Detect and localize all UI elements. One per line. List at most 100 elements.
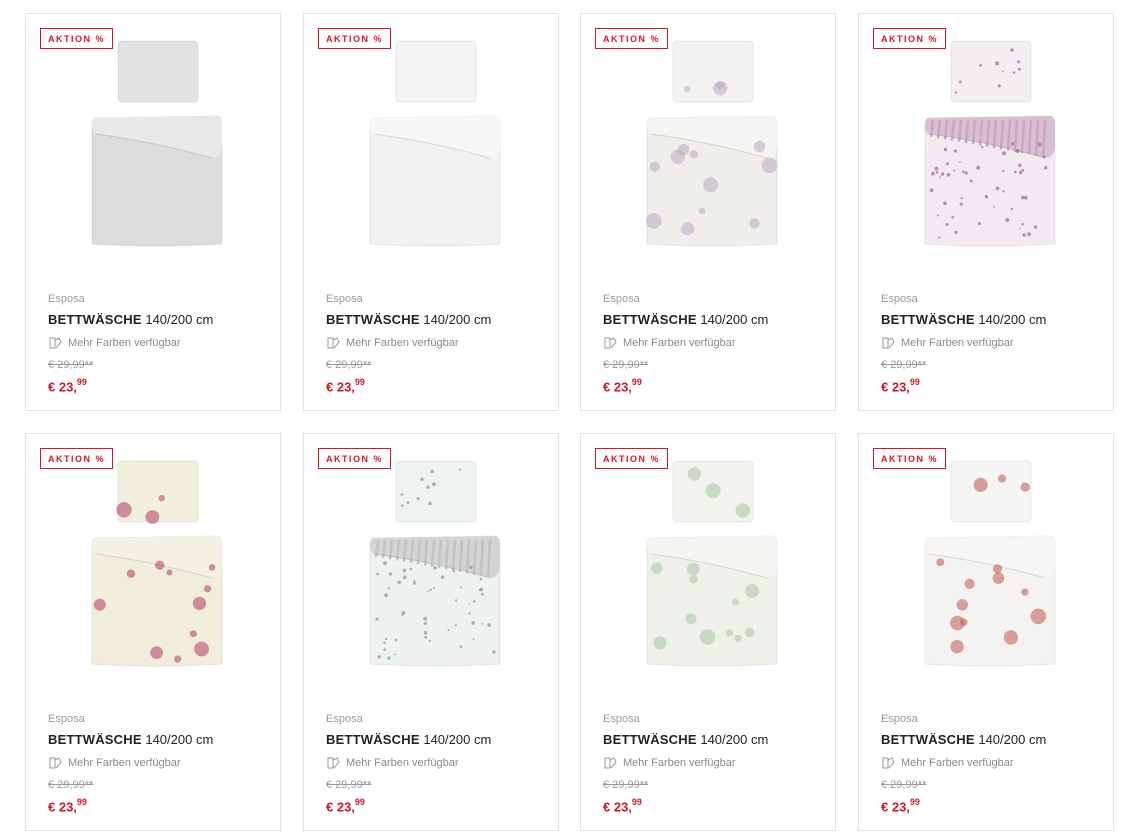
price-main: € 23, [603, 379, 632, 395]
price-cents: 99 [354, 797, 365, 807]
product-image[interactable] [581, 434, 837, 704]
price-main: € 23, [603, 799, 632, 815]
product-card[interactable]: AKTION % Esposa BETTWÄSCHE 140/200 cm Me… [858, 13, 1114, 411]
price-cents: 99 [76, 797, 87, 807]
color-swatches-icon [604, 337, 617, 349]
old-price: € 29,99** [326, 359, 372, 371]
sale-price: € 23,99 [48, 377, 87, 395]
sale-badge: AKTION % [318, 28, 391, 49]
product-name: BETTWÄSCHE [603, 312, 697, 327]
product-image[interactable] [859, 14, 1115, 284]
product-card[interactable]: AKTION % Esposa BETTWÄSCHE 140/200 cm Me… [580, 13, 836, 411]
brand-label: Esposa [326, 713, 363, 725]
product-image[interactable] [859, 434, 1115, 704]
sale-badge: AKTION % [873, 448, 946, 469]
sale-badge: AKTION % [595, 28, 668, 49]
brand-label: Esposa [48, 293, 85, 305]
price-main: € 23, [881, 379, 910, 395]
product-card[interactable]: AKTION % Esposa BETTWÄSCHE 140/200 cm Me… [303, 13, 559, 411]
sale-price: € 23,99 [326, 377, 365, 395]
product-title[interactable]: BETTWÄSCHE 140/200 cm [326, 732, 491, 747]
price-cents: 99 [76, 377, 87, 387]
product-title[interactable]: BETTWÄSCHE 140/200 cm [881, 312, 1046, 327]
color-swatches-icon [604, 757, 617, 769]
color-swatches-icon [49, 757, 62, 769]
product-size: 140/200 cm [423, 732, 492, 747]
price-main: € 23, [326, 379, 355, 395]
product-title[interactable]: BETTWÄSCHE 140/200 cm [603, 312, 768, 327]
product-size: 140/200 cm [700, 312, 769, 327]
color-swatches-icon [49, 337, 62, 349]
product-size: 140/200 cm [978, 732, 1047, 747]
product-name: BETTWÄSCHE [603, 732, 697, 747]
more-colors-label: Mehr Farben verfügbar [68, 337, 181, 349]
old-price: € 29,99** [326, 779, 372, 791]
product-name: BETTWÄSCHE [326, 312, 420, 327]
more-colors[interactable]: Mehr Farben verfügbar [326, 756, 459, 770]
brand-label: Esposa [881, 713, 918, 725]
brand-label: Esposa [881, 293, 918, 305]
product-title[interactable]: BETTWÄSCHE 140/200 cm [48, 312, 213, 327]
sale-badge: AKTION % [40, 448, 113, 469]
sale-price: € 23,99 [603, 377, 642, 395]
product-image[interactable] [304, 434, 560, 704]
price-cents: 99 [909, 377, 920, 387]
product-grid: AKTION % Esposa BETTWÄSCHE 140/200 cm Me… [0, 0, 1137, 835]
sale-price: € 23,99 [881, 377, 920, 395]
old-price: € 29,99** [48, 359, 94, 371]
product-image[interactable] [581, 14, 837, 284]
more-colors-label: Mehr Farben verfügbar [623, 757, 736, 769]
price-main: € 23, [48, 379, 77, 395]
more-colors[interactable]: Mehr Farben verfügbar [48, 756, 181, 770]
more-colors[interactable]: Mehr Farben verfügbar [603, 756, 736, 770]
color-swatches-icon [327, 757, 340, 769]
more-colors-label: Mehr Farben verfügbar [623, 337, 736, 349]
more-colors-label: Mehr Farben verfügbar [901, 337, 1014, 349]
more-colors[interactable]: Mehr Farben verfügbar [603, 336, 736, 350]
more-colors-label: Mehr Farben verfügbar [68, 757, 181, 769]
product-title[interactable]: BETTWÄSCHE 140/200 cm [603, 732, 768, 747]
sale-badge: AKTION % [40, 28, 113, 49]
product-size: 140/200 cm [700, 732, 769, 747]
product-card[interactable]: AKTION % Esposa BETTWÄSCHE 140/200 cm Me… [303, 433, 559, 831]
more-colors[interactable]: Mehr Farben verfügbar [326, 336, 459, 350]
more-colors[interactable]: Mehr Farben verfügbar [48, 336, 181, 350]
price-cents: 99 [909, 797, 920, 807]
product-image[interactable] [26, 14, 282, 284]
product-name: BETTWÄSCHE [326, 732, 420, 747]
sale-badge: AKTION % [595, 448, 668, 469]
color-swatches-icon [327, 337, 340, 349]
product-size: 140/200 cm [145, 732, 214, 747]
sale-price: € 23,99 [881, 797, 920, 815]
brand-label: Esposa [603, 293, 640, 305]
product-image[interactable] [26, 434, 282, 704]
product-name: BETTWÄSCHE [881, 312, 975, 327]
product-card[interactable]: AKTION % Esposa BETTWÄSCHE 140/200 cm Me… [25, 13, 281, 411]
sale-price: € 23,99 [603, 797, 642, 815]
product-title[interactable]: BETTWÄSCHE 140/200 cm [881, 732, 1046, 747]
product-card[interactable]: AKTION % Esposa BETTWÄSCHE 140/200 cm Me… [25, 433, 281, 831]
more-colors-label: Mehr Farben verfügbar [346, 757, 459, 769]
product-title[interactable]: BETTWÄSCHE 140/200 cm [48, 732, 213, 747]
color-swatches-icon [882, 757, 895, 769]
more-colors-label: Mehr Farben verfügbar [346, 337, 459, 349]
more-colors-label: Mehr Farben verfügbar [901, 757, 1014, 769]
product-size: 140/200 cm [978, 312, 1047, 327]
old-price: € 29,99** [881, 779, 927, 791]
product-name: BETTWÄSCHE [48, 732, 142, 747]
product-name: BETTWÄSCHE [881, 732, 975, 747]
old-price: € 29,99** [603, 359, 649, 371]
old-price: € 29,99** [603, 779, 649, 791]
color-swatches-icon [882, 337, 895, 349]
price-main: € 23, [326, 799, 355, 815]
product-card[interactable]: AKTION % Esposa BETTWÄSCHE 140/200 cm Me… [858, 433, 1114, 831]
price-main: € 23, [881, 799, 910, 815]
product-title[interactable]: BETTWÄSCHE 140/200 cm [326, 312, 491, 327]
product-card[interactable]: AKTION % Esposa BETTWÄSCHE 140/200 cm Me… [580, 433, 836, 831]
product-name: BETTWÄSCHE [48, 312, 142, 327]
more-colors[interactable]: Mehr Farben verfügbar [881, 336, 1014, 350]
more-colors[interactable]: Mehr Farben verfügbar [881, 756, 1014, 770]
product-image[interactable] [304, 14, 560, 284]
product-size: 140/200 cm [145, 312, 214, 327]
price-main: € 23, [48, 799, 77, 815]
